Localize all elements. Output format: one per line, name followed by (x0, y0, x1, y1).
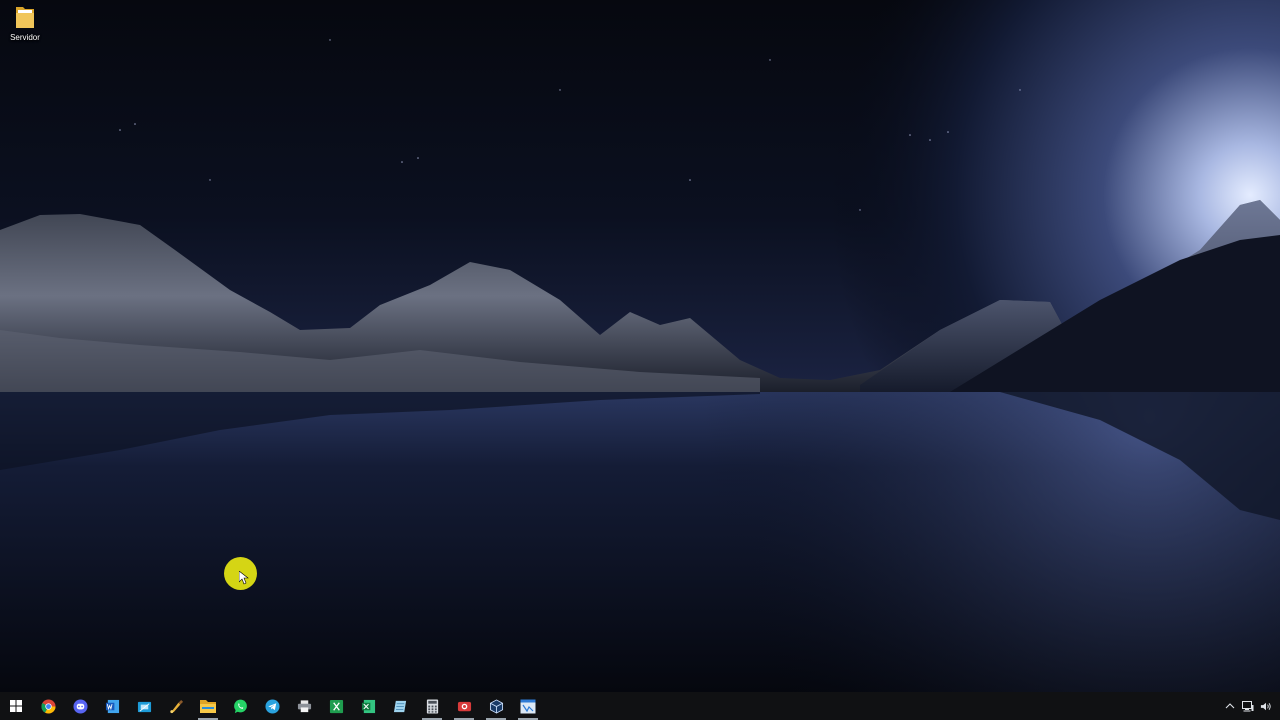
taskbar (0, 692, 1280, 720)
paint-brush-icon (169, 699, 183, 713)
calculator-icon (426, 698, 438, 714)
taskbar-app-discord[interactable] (64, 692, 96, 720)
whatsapp-icon (233, 699, 247, 713)
desktop-icon-servidor[interactable]: Servidor (2, 4, 48, 54)
windows-logo-icon (10, 700, 22, 712)
taskbar-app-calculator[interactable] (416, 692, 448, 720)
start-button[interactable] (0, 692, 32, 720)
folder-icon (200, 700, 216, 713)
taskbar-app-virtualbox[interactable] (480, 692, 512, 720)
excel-icon (361, 699, 375, 713)
system-tray (1224, 692, 1272, 720)
cube-icon (489, 698, 503, 714)
printer-icon (297, 699, 311, 712)
taskbar-app-telegram[interactable] (256, 692, 288, 720)
taskbar-app-paint[interactable] (160, 692, 192, 720)
desktop-icon-label: Servidor (10, 33, 40, 42)
mouse-pointer-icon (238, 570, 249, 585)
taskbar-app-excel-green[interactable] (320, 692, 352, 720)
notes-icon (393, 700, 406, 712)
taskbar-app-excel[interactable] (352, 692, 384, 720)
network-icon[interactable] (1242, 699, 1254, 713)
desktop: Servidor (0, 0, 1280, 692)
window-app-icon (520, 699, 536, 713)
taskbar-app-word[interactable] (96, 692, 128, 720)
volume-icon[interactable] (1260, 699, 1272, 713)
record-icon (457, 701, 471, 711)
taskbar-app-whatsapp[interactable] (224, 692, 256, 720)
taskbar-app-printer[interactable] (288, 692, 320, 720)
telegram-icon (264, 698, 280, 714)
snip-icon (137, 701, 151, 712)
chevron-up-icon[interactable] (1224, 699, 1236, 713)
word-icon (105, 699, 119, 713)
taskbar-app-notes[interactable] (384, 692, 416, 720)
chrome-icon (40, 698, 56, 714)
night-lake-wallpaper (0, 0, 1280, 692)
taskbar-app-remote[interactable] (512, 692, 544, 720)
taskbar-app-snipping[interactable] (128, 692, 160, 720)
folder-icon (14, 4, 36, 30)
taskbar-app-chrome[interactable] (32, 692, 64, 720)
taskbar-app-file-explorer[interactable] (192, 692, 224, 720)
spreadsheet-icon (329, 699, 343, 713)
discord-icon (72, 698, 88, 714)
taskbar-app-recorder[interactable] (448, 692, 480, 720)
